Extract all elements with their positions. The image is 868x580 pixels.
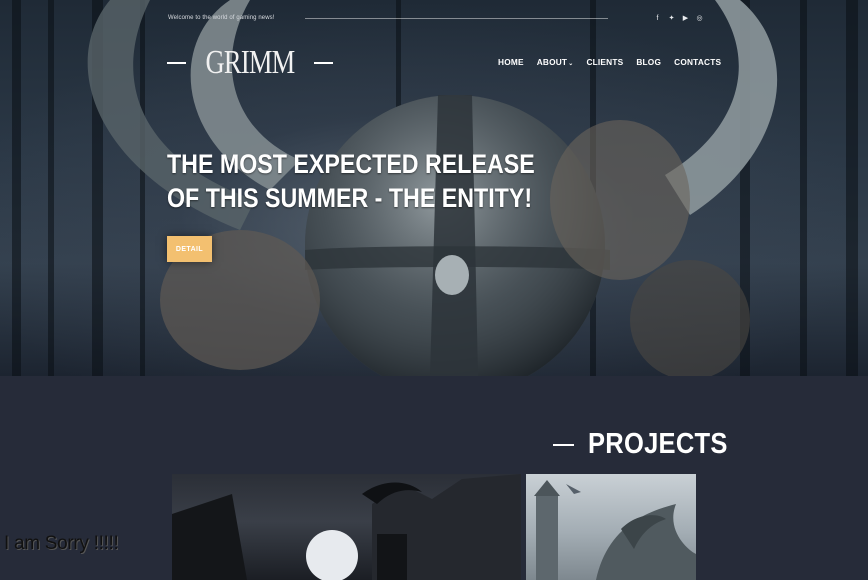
projects-title: PROJECTS	[588, 428, 728, 460]
chevron-down-icon: ⌄	[568, 61, 574, 67]
facebook-icon[interactable]: f	[654, 14, 661, 23]
nav-item-about-label: ABOUT	[536, 57, 568, 67]
castle-dragon-image	[172, 474, 521, 580]
nav-item-home[interactable]: HOME	[498, 57, 524, 67]
instagram-icon[interactable]: ◎	[696, 14, 703, 23]
nav-item-about[interactable]: ABOUT⌄	[537, 57, 574, 67]
hero-headline-line2: OF THIS SUMMER - THE ENTITY!	[167, 183, 533, 213]
top-tagline: Welcome to the world of gaming news!	[168, 15, 275, 21]
dragon-tower-image	[534, 480, 696, 580]
header-divider	[305, 18, 608, 19]
youtube-icon[interactable]: ▶	[682, 14, 689, 23]
social-links: f ✦ ▶ ◎	[654, 14, 703, 23]
logo-left-dash	[167, 62, 186, 64]
hero-headline: THE MOST EXPECTED RELEASE OF THIS SUMMER…	[167, 147, 535, 215]
twitter-icon[interactable]: ✦	[668, 14, 675, 23]
project-tile-castle[interactable]	[172, 474, 521, 580]
hero-banner: Welcome to the world of gaming news! f ✦…	[0, 0, 868, 376]
logo-right-dash	[314, 62, 334, 64]
project-tile-dragon[interactable]	[526, 474, 696, 580]
logo-text: GRIMM	[205, 44, 296, 81]
projects-dash	[553, 443, 574, 446]
hero-headline-line1: THE MOST EXPECTED RELEASE	[167, 149, 535, 179]
detail-button[interactable]: DETAIL	[167, 236, 212, 262]
nav-item-clients[interactable]: CLIENTS	[586, 57, 623, 67]
nav-item-blog[interactable]: BLOG	[636, 57, 661, 67]
main-nav: HOME ABOUT⌄ CLIENTS BLOG CONTACTS	[498, 57, 721, 67]
error-overlay-text: I am Sorry !!!!!	[4, 533, 119, 554]
projects-heading: PROJECTS	[553, 428, 747, 461]
nav-item-contacts[interactable]: CONTACTS	[674, 57, 721, 67]
site-logo[interactable]: GRIMM	[167, 44, 334, 82]
